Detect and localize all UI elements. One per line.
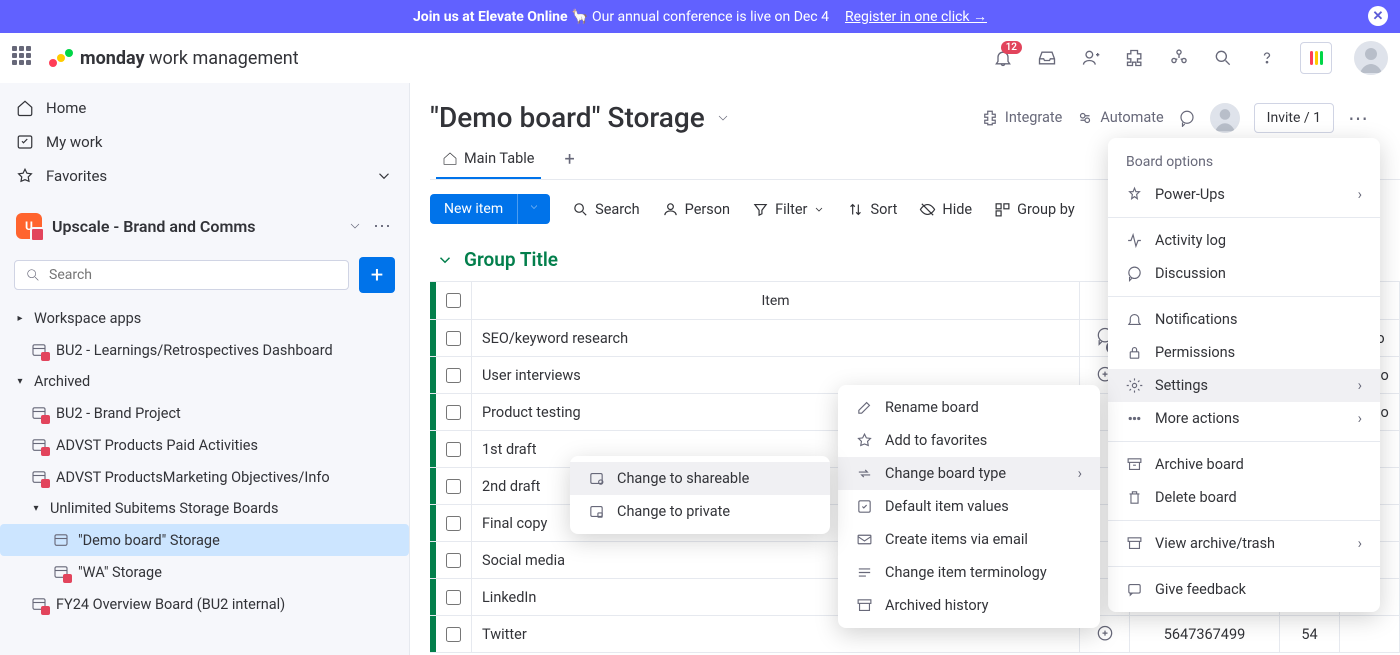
invite-members-icon[interactable] <box>1080 47 1102 69</box>
board-options-menu: Board options Power-Ups› Activity log Di… <box>1108 138 1380 612</box>
board-icon <box>52 531 70 549</box>
chevron-down-icon <box>375 167 393 185</box>
toolbar-person[interactable]: Person <box>662 201 730 218</box>
menu-powerups[interactable]: Power-Ups› <box>1108 178 1380 211</box>
add-conversation-icon <box>1095 624 1115 644</box>
sidebar-search[interactable] <box>14 260 349 290</box>
chevron-down-icon[interactable] <box>347 218 363 234</box>
board-owner-avatar[interactable] <box>1210 103 1240 133</box>
new-item-button[interactable]: New item <box>430 194 550 224</box>
tree-folder-unlimited[interactable]: ▾Unlimited Subitems Storage Boards <box>0 493 409 524</box>
menu-archived-history[interactable]: Archived history <box>838 589 1100 622</box>
tree-item[interactable]: ADVST Products Paid Activities <box>0 429 409 461</box>
tree-item[interactable]: BU2 - Brand Project <box>0 397 409 429</box>
menu-discussion[interactable]: Discussion <box>1108 257 1380 290</box>
menu-rename-board[interactable]: Rename board <box>838 391 1100 424</box>
product-logo[interactable]: monday work management <box>48 45 299 71</box>
toolbar-groupby[interactable]: Group by <box>994 201 1075 218</box>
home-icon <box>442 151 458 167</box>
menu-feedback[interactable]: Give feedback <box>1108 573 1380 606</box>
toolbar-search[interactable]: Search <box>572 201 640 218</box>
announcement-banner: Join us at Elevate Online 🦙 Our annual c… <box>0 0 1400 33</box>
automate-button[interactable]: Automate <box>1076 109 1163 127</box>
tree-item[interactable]: BU2 - Learnings/Retrospectives Dashboard <box>0 334 409 366</box>
sidebar-item-mywork[interactable]: My work <box>0 125 409 159</box>
board-chat-icon[interactable] <box>1178 109 1196 127</box>
notifications-icon[interactable]: 12 <box>992 47 1014 69</box>
tree-item[interactable]: ADVST ProductsMarketing Objectives/Info <box>0 461 409 493</box>
menu-archive-board[interactable]: Archive board <box>1108 448 1380 481</box>
menu-view-archive[interactable]: View archive/trash› <box>1108 527 1380 560</box>
menu-default-values[interactable]: Default item values <box>838 490 1100 523</box>
tree-item[interactable]: "WA" Storage <box>0 556 409 588</box>
menu-notifications[interactable]: Notifications <box>1108 303 1380 336</box>
menu-settings[interactable]: Settings› <box>1108 369 1380 402</box>
board-private-icon <box>52 563 70 581</box>
sidebar-item-favorites[interactable]: Favorites <box>0 159 409 193</box>
board-private-icon <box>30 468 48 486</box>
menu-permissions[interactable]: Permissions <box>1108 336 1380 369</box>
board-type-submenu: Change to shareable Change to private <box>570 456 830 534</box>
menu-change-board-type[interactable]: Change board type› <box>838 457 1100 490</box>
monday-logo-icon <box>48 45 74 71</box>
toolbar-hide[interactable]: Hide <box>919 201 972 218</box>
sidebar: Home My work Favorites U Upscale - Brand… <box>0 83 410 655</box>
menu-create-via-email[interactable]: Create items via email <box>838 523 1100 556</box>
toolbar-filter[interactable]: Filter <box>752 201 825 218</box>
board-header: "Demo board" Storage Integrate Automate … <box>430 83 1400 138</box>
select-all-checkbox[interactable] <box>436 282 472 319</box>
tab-main-table[interactable]: Main Table <box>436 140 541 179</box>
board-private-icon <box>30 404 48 422</box>
tree-archived[interactable]: ▾Archived <box>0 366 409 397</box>
menu-change-terminology[interactable]: Change item terminology <box>838 556 1100 589</box>
column-header-item[interactable]: Item <box>472 282 1080 319</box>
tree-workspace-apps[interactable]: ▸Workspace apps <box>0 303 409 334</box>
board-private-icon <box>30 595 48 613</box>
add-view-button[interactable]: + <box>559 149 581 170</box>
main-content: "Demo board" Storage Integrate Automate … <box>410 83 1400 655</box>
toolbar-sort[interactable]: Sort <box>847 201 897 218</box>
board-private-icon <box>30 341 48 359</box>
inbox-icon[interactable] <box>1036 47 1058 69</box>
menu-delete-board[interactable]: Delete board <box>1108 481 1380 514</box>
menu-add-favorites[interactable]: Add to favorites <box>838 424 1100 457</box>
new-item-dropdown[interactable] <box>517 194 550 224</box>
tree-item[interactable]: FY24 Overview Board (BU2 internal) <box>0 588 409 620</box>
board-title[interactable]: "Demo board" Storage <box>430 101 731 134</box>
user-avatar[interactable] <box>1354 41 1388 75</box>
menu-change-shareable[interactable]: Change to shareable <box>570 462 830 495</box>
invite-button[interactable]: Invite / 1 <box>1254 103 1334 133</box>
search-icon[interactable] <box>1212 47 1234 69</box>
board-options-icon[interactable]: ⋯ <box>1348 106 1370 130</box>
sidebar-item-home[interactable]: Home <box>0 91 409 125</box>
menu-change-private[interactable]: Change to private <box>570 495 830 528</box>
workspace-header[interactable]: U Upscale - Brand and Comms ⋯ <box>0 201 409 251</box>
apps-marketplace-icon[interactable] <box>1124 47 1146 69</box>
banner-close-icon[interactable]: ✕ <box>1368 6 1388 26</box>
search-icon <box>25 267 41 283</box>
banner-register-link[interactable]: Register in one click → <box>845 8 987 25</box>
notification-badge: 12 <box>1001 41 1022 54</box>
integrate-button[interactable]: Integrate <box>981 109 1062 127</box>
chevron-down-icon <box>715 110 731 126</box>
workspace-badge: U <box>16 213 42 239</box>
sidebar-tree: ▸Workspace apps BU2 - Learnings/Retrospe… <box>0 299 409 624</box>
menu-activity-log[interactable]: Activity log <box>1108 224 1380 257</box>
board-private-icon <box>30 436 48 454</box>
apps-grid-icon[interactable] <box>12 46 36 70</box>
chevron-down-icon <box>436 251 454 269</box>
help-icon[interactable] <box>1256 47 1278 69</box>
menu-more-actions[interactable]: More actions› <box>1108 402 1380 435</box>
settings-submenu: Rename board Add to favorites Change boa… <box>838 385 1100 628</box>
topbar: monday work management 12 <box>0 33 1400 83</box>
search-input[interactable] <box>49 267 338 283</box>
workspace-menu-icon[interactable]: ⋯ <box>373 216 393 237</box>
product-switcher[interactable] <box>1300 42 1332 74</box>
add-button[interactable]: + <box>359 257 395 293</box>
workspaces-icon[interactable] <box>1168 47 1190 69</box>
tree-item-demo-board[interactable]: "Demo board" Storage <box>0 524 409 556</box>
